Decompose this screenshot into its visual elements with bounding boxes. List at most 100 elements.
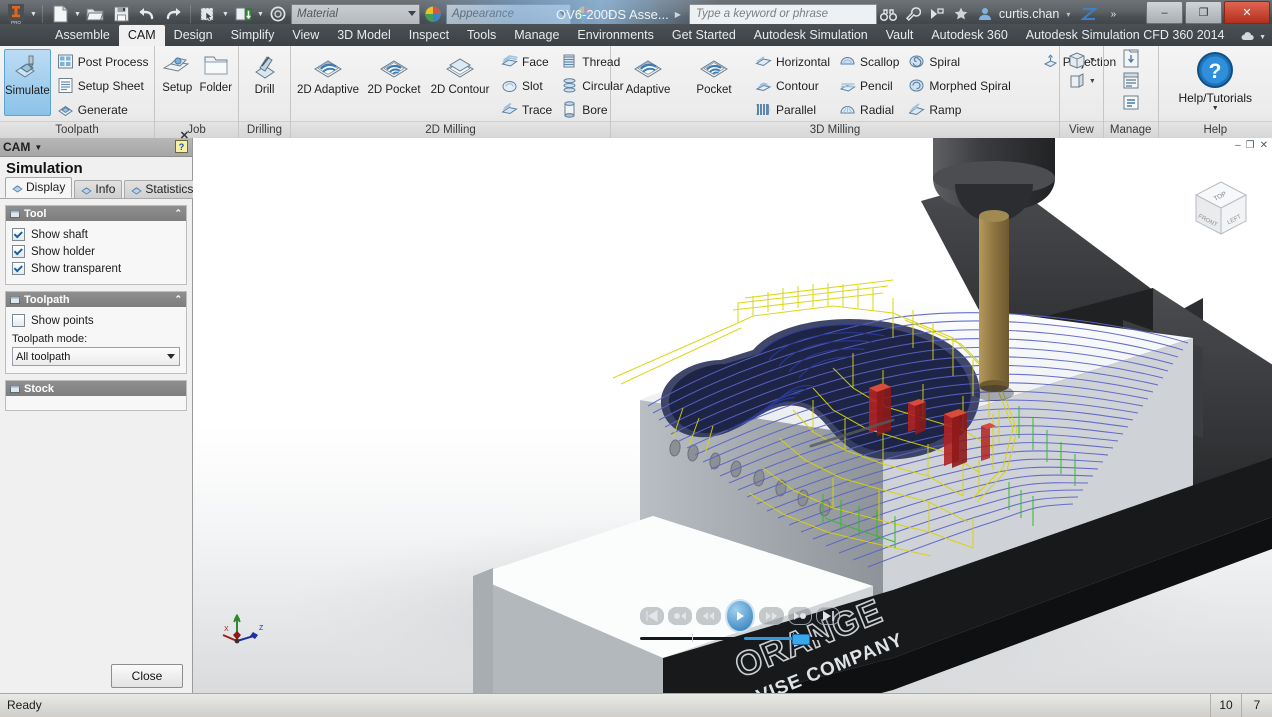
user-dropdown-caret[interactable]: ▾: [1066, 10, 1070, 19]
chevron-down-icon[interactable]: ▼: [1212, 105, 1219, 112]
3d-morphed-spiral-button[interactable]: Morphed Spiral: [904, 74, 1014, 97]
3d-horizontal-button[interactable]: Horizontal: [751, 50, 834, 73]
checkbox[interactable]: [12, 262, 25, 275]
ribbon-display-options[interactable]: ▼: [1240, 31, 1266, 43]
return-dropdown-caret[interactable]: ▼: [256, 2, 265, 26]
titlebar-expand-icon[interactable]: »: [1101, 2, 1125, 26]
checkbox[interactable]: [12, 245, 25, 258]
post-library-button[interactable]: [1120, 70, 1142, 91]
select-dropdown-caret[interactable]: ▼: [221, 2, 230, 26]
machine-library-button[interactable]: [1120, 92, 1142, 113]
step-backward-button[interactable]: [696, 607, 720, 625]
2d-trace-button[interactable]: Trace: [497, 98, 556, 121]
scrubber-thumb[interactable]: [792, 634, 810, 645]
3d-pencil-button[interactable]: Pencil: [835, 74, 903, 97]
star-icon[interactable]: [949, 2, 973, 26]
group-header-stock[interactable]: Stock: [6, 381, 186, 396]
skip-to-end-button[interactable]: [816, 607, 840, 625]
close-button[interactable]: ✕: [1224, 1, 1270, 24]
chevron-down-icon[interactable]: ▼: [1089, 57, 1096, 64]
ribbon-tab-autodesk-360[interactable]: Autodesk 360: [922, 25, 1016, 46]
user-name[interactable]: curtis.chan: [999, 7, 1059, 21]
chevron-down-icon[interactable]: ▼: [1259, 34, 1266, 41]
ribbon-tab-autodesk-simulation-cfd-360-2014[interactable]: Autodesk Simulation CFD 360 2014: [1017, 25, 1234, 46]
3d-contour-button[interactable]: Contour: [751, 74, 834, 97]
checkbox-row[interactable]: Show transparent: [12, 260, 180, 277]
view-cube[interactable]: TOP FRONT LEFT: [1182, 170, 1260, 248]
ribbon-tab-environments[interactable]: Environments: [568, 25, 662, 46]
toolpath-post-process-button[interactable]: Post Process: [53, 50, 153, 73]
playback-scrubber[interactable]: [640, 634, 826, 643]
3d-ramp-button[interactable]: Ramp: [904, 98, 1014, 121]
ribbon-tab-simplify[interactable]: Simplify: [222, 25, 284, 46]
return-icon[interactable]: [230, 2, 256, 26]
inventor-pro-logo[interactable]: PRO: [3, 2, 29, 26]
3d-parallel-button[interactable]: Parallel: [751, 98, 834, 121]
checkbox-row[interactable]: Show points: [12, 312, 180, 329]
exchange-icon[interactable]: [1077, 2, 1101, 26]
new-document-icon[interactable]: [47, 2, 73, 26]
next-operation-button[interactable]: [788, 607, 812, 625]
binoculars-icon[interactable]: [877, 2, 901, 26]
2d-2d-adaptive-button[interactable]: 2D Adaptive: [295, 49, 361, 114]
checkbox-row[interactable]: Show shaft: [12, 226, 180, 243]
wrench-icon[interactable]: [901, 2, 925, 26]
previous-operation-button[interactable]: [668, 607, 692, 625]
chevron-down-icon[interactable]: ▼: [1089, 78, 1096, 85]
3d-adaptive-button[interactable]: Adaptive: [615, 49, 681, 114]
ribbon-tab-view[interactable]: View: [283, 25, 328, 46]
group-header-tool[interactable]: Tool⌃: [6, 206, 186, 221]
drill-button[interactable]: Drill: [243, 49, 286, 96]
help-tutorials-label[interactable]: Help/Tutorials: [1178, 91, 1252, 105]
2d-2d-pocket-button[interactable]: 2D Pocket: [361, 49, 427, 114]
browser-close-icon[interactable]: ✕: [180, 129, 189, 142]
step-forward-button[interactable]: [759, 607, 783, 625]
new-dropdown-caret[interactable]: ▼: [73, 2, 82, 26]
toolpath-setup-sheet-button[interactable]: Setup Sheet: [53, 74, 153, 97]
chevron-down-icon[interactable]: ▼: [34, 143, 42, 152]
3d-scallop-button[interactable]: Scallop: [835, 50, 903, 73]
checkbox[interactable]: [12, 314, 25, 327]
search-input[interactable]: Type a keyword or phrase: [689, 4, 877, 25]
save-disk-icon[interactable]: [108, 2, 134, 26]
collapse-chevron-icon[interactable]: ⌃: [174, 294, 182, 305]
ribbon-tab-cam[interactable]: CAM: [119, 25, 165, 46]
simulate-button[interactable]: Simulate: [4, 49, 51, 116]
ribbon-tab-assemble[interactable]: Assemble: [46, 25, 119, 46]
ribbon-tab-inspect[interactable]: Inspect: [400, 25, 458, 46]
browser-tab-statistics[interactable]: Statistics: [124, 180, 200, 198]
play-button[interactable]: [725, 599, 756, 633]
group-header-toolpath[interactable]: Toolpath⌃: [6, 292, 186, 307]
stock-visibility-button[interactable]: ▼: [1067, 51, 1096, 69]
3d-viewport[interactable]: – ❐ ✕: [193, 138, 1272, 693]
toolpath-mode-select[interactable]: All toolpath: [12, 347, 180, 366]
3d-radial-button[interactable]: Radial: [835, 98, 903, 121]
ribbon-tab-tools[interactable]: Tools: [458, 25, 505, 46]
ribbon-tab-3d-model[interactable]: 3D Model: [328, 25, 400, 46]
satellite-icon[interactable]: [925, 2, 949, 26]
material-combo[interactable]: Material: [291, 4, 420, 25]
ribbon-tab-autodesk-simulation[interactable]: Autodesk Simulation: [745, 25, 877, 46]
redo-arrow-icon[interactable]: [160, 2, 186, 26]
machine-visibility-button[interactable]: ▼: [1067, 72, 1096, 90]
3d-pocket-button[interactable]: Pocket: [681, 49, 747, 114]
ribbon-tab-design[interactable]: Design: [165, 25, 222, 46]
2d-slot-button[interactable]: Slot: [497, 74, 556, 97]
collapse-chevron-icon[interactable]: ⌃: [174, 208, 182, 219]
2d-face-button[interactable]: Face: [497, 50, 556, 73]
toolpath-generate-button[interactable]: Generate: [53, 98, 153, 121]
document-dropdown-caret[interactable]: ▶: [675, 10, 681, 19]
minimize-button[interactable]: –: [1146, 1, 1183, 24]
browser-tab-display[interactable]: Display: [5, 177, 72, 198]
ribbon-tab-manage[interactable]: Manage: [505, 25, 568, 46]
close-button[interactable]: Close: [111, 664, 183, 688]
open-folder-icon[interactable]: [82, 2, 108, 26]
select-icon[interactable]: [195, 2, 221, 26]
logo-dropdown-caret[interactable]: ▼: [29, 2, 38, 26]
tool-library-button[interactable]: [1120, 48, 1142, 69]
ribbon-tab-get-started[interactable]: Get Started: [663, 25, 745, 46]
restore-button[interactable]: ❐: [1185, 1, 1222, 24]
folder-button[interactable]: Folder: [198, 49, 235, 94]
undo-arrow-icon[interactable]: [134, 2, 160, 26]
update-circle-icon[interactable]: [265, 2, 291, 26]
